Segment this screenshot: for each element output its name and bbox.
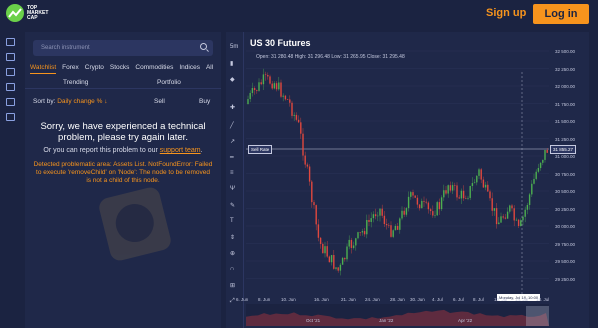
zoom-icon[interactable]: ⊕ (230, 250, 235, 257)
tab-crypto[interactable]: Crypto (85, 64, 104, 74)
column-buy: Buy (199, 98, 211, 105)
column-sell: Sell (154, 98, 165, 105)
error-detail: Detected problematic area: Assets List. … (33, 161, 213, 184)
fib-icon[interactable]: ≡ (230, 170, 234, 176)
y-tick-label: 31 250.00 (555, 136, 576, 142)
text-icon[interactable]: T (230, 218, 234, 224)
signup-link[interactable]: Sign up (486, 7, 526, 19)
y-tick-label: 30 500.00 (555, 189, 576, 194)
x-tick-label: 10. Jun (281, 297, 296, 302)
news-icon[interactable] (6, 113, 15, 121)
x-tick-label: 30. Jun (410, 297, 425, 302)
arrow-down-icon: ↓ (104, 98, 108, 105)
sort-dropdown[interactable]: Daily change % ↓ (57, 98, 107, 105)
x-tick-label: 8. Jun (258, 297, 271, 302)
crosshair-icon[interactable]: ✚ (230, 104, 235, 111)
pitchfork-icon[interactable]: Ψ (230, 186, 235, 192)
sell-rate-label: Sell Rate (248, 145, 273, 154)
tab-forex[interactable]: Forex (62, 64, 79, 74)
y-tick-label: 29 500.00 (555, 259, 576, 264)
search-placeholder: Search instrument (41, 45, 90, 51)
x-tick-label: 6. Jun (236, 297, 249, 302)
chart-panel: 5m ▮ ◆ ✚ ╱ ↗ ━ ≡ Ψ ✎ T ⇕ ⊕ ∩ ⊞ ⤢ US 30 F… (226, 32, 589, 328)
search-icon[interactable] (200, 43, 207, 50)
drawing-toolbar: 5m ▮ ◆ ✚ ╱ ↗ ━ ≡ Ψ ✎ T ⇕ ⊕ ∩ ⊞ ⤢ (226, 32, 244, 328)
current-price-tag: 31 855.27 (550, 145, 577, 154)
navigator-tick-label: Oct '21 (306, 318, 321, 323)
chart-icon[interactable] (6, 38, 15, 46)
sort-label: Sort by: (33, 98, 56, 105)
x-tick-label: 4. Jul (432, 297, 443, 302)
timeframe-button[interactable]: 5m (230, 44, 238, 50)
brand-line3: CAP (27, 14, 38, 21)
y-tick-label: 30 000.00 (555, 224, 576, 229)
y-tick-label: 32 000.00 (555, 84, 576, 89)
trendline-icon[interactable]: ╱ (230, 122, 234, 129)
tab-commodities[interactable]: Commodities (135, 64, 173, 74)
y-tick-label: 32 500.00 (555, 49, 576, 54)
tab-watchlist[interactable]: Watchlist (30, 64, 57, 74)
y-tick-label: 30 250.00 (555, 206, 576, 212)
history-icon[interactable] (6, 98, 15, 106)
tab-indices[interactable]: Indices (179, 64, 200, 74)
y-tick-label: 30 750.00 (555, 171, 576, 177)
y-tick-label: 32 250.00 (555, 66, 576, 72)
lock-icon[interactable]: ⊞ (230, 282, 235, 289)
brush-icon[interactable]: ✎ (230, 202, 235, 209)
ray-icon[interactable]: ↗ (230, 138, 235, 145)
instrument-panel: Search instrument Watchlist Forex Crypto… (25, 32, 221, 328)
top-bar: TOP MARKET CAP Sign up Log in (0, 0, 598, 28)
wallet-icon[interactable] (6, 68, 15, 76)
y-tick-label: 31 750.00 (555, 101, 576, 107)
x-tick-label: 12. Jul (494, 297, 508, 302)
error-subtitle: Or you can report this problem to our su… (43, 147, 203, 154)
tab-stocks[interactable]: Stocks (110, 64, 130, 74)
horizontal-line-icon[interactable]: ━ (230, 154, 234, 161)
subtab-trending[interactable]: Trending (63, 79, 88, 86)
y-tick-label: 31 000.00 (555, 154, 576, 159)
calendar-icon[interactable] (6, 83, 15, 91)
briefcase-icon[interactable] (6, 53, 15, 61)
y-tick-label: 29 250.00 (555, 276, 576, 282)
y-tick-label: 29 750.00 (555, 241, 576, 247)
sort-value: Daily change % (57, 98, 103, 105)
left-rail (0, 28, 22, 328)
tab-all[interactable]: All (206, 64, 213, 74)
x-tick-label: 28. Jun (390, 297, 405, 302)
price-chart[interactable] (244, 32, 589, 328)
fullscreen-icon[interactable]: ⤢ (230, 298, 235, 305)
category-tabs: Watchlist Forex Crypto Stocks Commoditie… (30, 64, 213, 74)
search-input[interactable]: Search instrument (33, 40, 213, 56)
x-tick-label: 14. Jul (515, 297, 529, 302)
navigator-tick-label: Jan '22 (379, 318, 394, 323)
subtabs: Trending Portfolio (25, 77, 221, 89)
magnet-icon[interactable]: ∩ (230, 266, 234, 272)
measure-icon[interactable]: ⇕ (230, 234, 235, 241)
x-tick-label: 21. Jun (341, 297, 356, 302)
error-sub-prefix: Or you can report this problem to our (43, 147, 158, 154)
logo-mark-icon (6, 4, 24, 22)
navigator-tick-label: Apr '22 (458, 318, 473, 323)
logo[interactable]: TOP MARKET CAP (6, 4, 48, 22)
x-tick-label: 8. Jul (473, 297, 484, 302)
login-button[interactable]: Log in (533, 4, 589, 24)
error-title: Sorry, we have experienced a technical p… (40, 121, 206, 143)
sort-row: Sort by: Daily change % ↓ Sell Buy (33, 98, 213, 105)
bars-icon[interactable]: ▮ (230, 60, 233, 67)
x-tick-label: 16. Jun (314, 297, 329, 302)
subtab-portfolio[interactable]: Portfolio (157, 79, 181, 86)
x-tick-label: 6. Jul (453, 297, 464, 302)
support-team-link[interactable]: support team (160, 147, 201, 154)
x-tick-label: 18. Jul (536, 297, 550, 302)
candles-icon[interactable]: ◆ (230, 76, 235, 83)
x-tick-label: 24. Jun (365, 297, 380, 302)
error-message: Sorry, we have experienced a technical p… (33, 121, 213, 185)
y-tick-label: 31 500.00 (555, 119, 576, 124)
